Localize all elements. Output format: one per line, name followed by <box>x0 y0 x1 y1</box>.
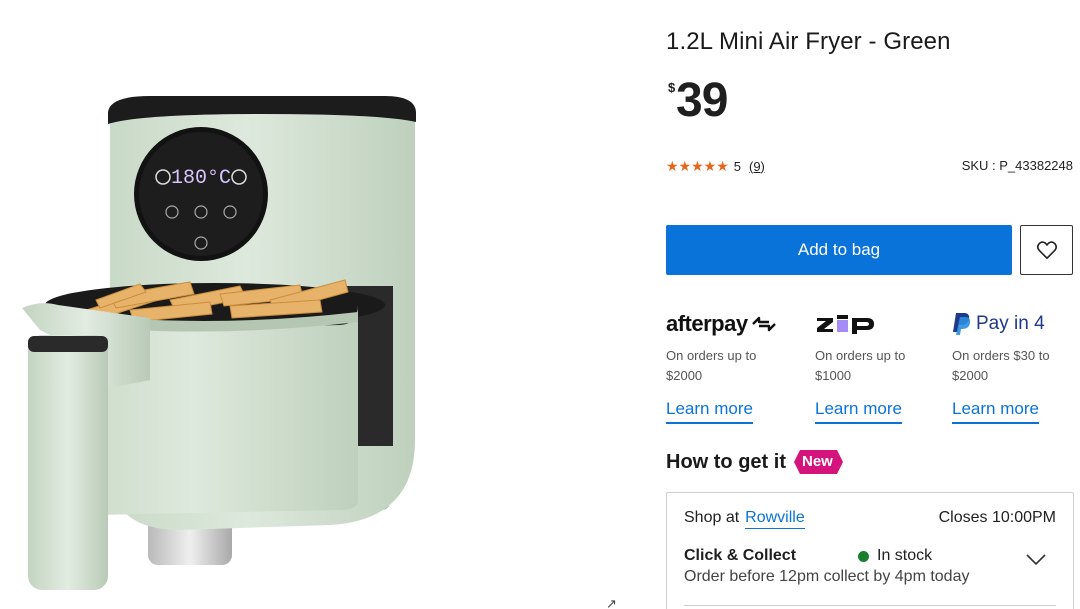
in-stock-dot-icon <box>858 550 869 562</box>
product-title: 1.2L Mini Air Fryer - Green <box>666 28 951 55</box>
price-amount: 39 <box>676 74 728 127</box>
air-fryer-illustration: 180°C <box>22 96 416 590</box>
heart-icon <box>1036 241 1057 259</box>
payment-option-afterpay: afterpay On orders up to $2000 Learn mor… <box>666 308 778 424</box>
how-to-get-it-heading: How to get it New <box>666 450 843 474</box>
product-image[interactable]: 180°C <box>0 0 640 609</box>
zip-learn-more-link[interactable]: Learn more <box>815 399 902 424</box>
click-collect-detail: Order before 12pm collect by 4pm today <box>684 568 970 585</box>
paypal-logo: Pay in 4 <box>952 308 1062 340</box>
add-to-bag-button[interactable]: Add to bag <box>666 225 1012 275</box>
shop-at-label: Shop at <box>684 509 740 526</box>
paypal-description: On orders $30 to $2000 <box>952 348 1050 383</box>
fulfilment-title: How to get it <box>666 450 786 473</box>
paypal-icon <box>953 313 971 335</box>
chevron-down-icon[interactable] <box>1025 553 1047 567</box>
stock-label: In stock <box>877 547 933 564</box>
payment-option-paypal: Pay in 4 On orders $30 to $2000 Learn mo… <box>952 308 1062 424</box>
temperature-display: 180°C <box>171 167 231 190</box>
divider <box>684 605 1056 606</box>
sku-label: SKU : P_43382248 <box>961 158 1073 173</box>
afterpay-logo: afterpay <box>666 308 778 340</box>
new-badge: New <box>793 450 843 474</box>
zip-logo <box>815 308 925 340</box>
currency-symbol: $ <box>668 80 676 95</box>
rating-value: 5 <box>733 158 741 174</box>
wishlist-button[interactable] <box>1020 225 1073 275</box>
store-closing-time: Closes 10:00PM <box>938 509 1056 526</box>
afterpay-arrows-icon <box>751 316 776 332</box>
click-collect-title: Click & Collect <box>684 547 797 564</box>
payment-option-zip: On orders up to $1000 Learn more <box>815 308 925 424</box>
review-count-link[interactable]: (9) <box>749 159 765 174</box>
store-link[interactable]: Rowville <box>745 509 805 529</box>
star-rating-icon: ★★★★★ <box>666 157 729 174</box>
afterpay-learn-more-link[interactable]: Learn more <box>666 399 753 424</box>
zip-description: On orders up to $1000 <box>815 348 906 383</box>
stock-status: In stock <box>858 547 932 565</box>
expand-icon[interactable]: ↗ <box>606 596 622 609</box>
afterpay-description: On orders up to $2000 <box>666 348 757 383</box>
paypal-learn-more-link[interactable]: Learn more <box>952 399 1039 424</box>
zip-logo-icon <box>817 315 874 334</box>
shop-at-row: Shop at Rowville <box>684 509 805 529</box>
store-availability-panel: Shop at Rowville Closes 10:00PM Click & C… <box>666 492 1074 609</box>
rating-summary[interactable]: ★★★★★ 5 (9) <box>666 158 765 174</box>
